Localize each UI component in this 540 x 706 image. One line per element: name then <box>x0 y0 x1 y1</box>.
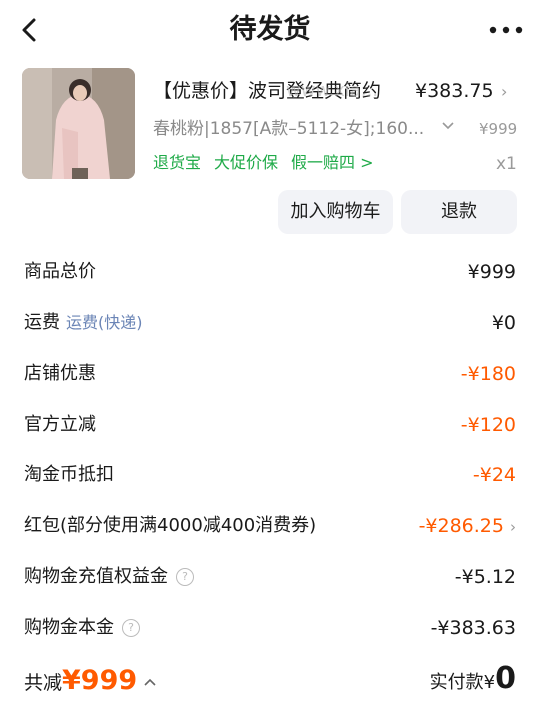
row-value-shop-discount: -¥180 <box>460 363 516 385</box>
row-label-taojinbi: 淘金币抵扣 <box>24 464 114 485</box>
row-value-red-packet: -¥286.25 <box>418 515 504 537</box>
row-shipping: 运费 运费(快递) <box>24 309 143 337</box>
row-label-principal: 购物金本金 <box>24 617 114 638</box>
refund-button[interactable]: 退款 <box>401 190 517 234</box>
total-discount-amount: ¥999 <box>62 665 138 696</box>
total-discount-label: 共减 <box>24 672 63 694</box>
row-value-recharge-bonus: -¥5.12 <box>454 566 516 588</box>
chevron-right-icon[interactable]: › <box>501 82 507 101</box>
chevron-right-icon[interactable]: › <box>510 518 516 536</box>
question-icon[interactable]: ? <box>176 568 194 586</box>
total-discount[interactable]: 共减¥999 <box>24 666 157 698</box>
product-thumbnail[interactable] <box>22 68 135 179</box>
row-recharge-bonus: 购物金充值权益金? <box>24 563 194 591</box>
paid-label: 实付款¥ <box>429 672 496 693</box>
row-label-official-discount: 官方立减 <box>24 414 96 435</box>
paid-amount-value: 0 <box>495 661 516 696</box>
original-price: ¥999 <box>479 120 518 138</box>
row-value-shipping: ¥0 <box>491 312 516 334</box>
row-principal: 购物金本金? <box>24 614 140 642</box>
more-dots-icon[interactable] <box>486 20 526 40</box>
row-label-shipping: 运费 <box>24 312 60 333</box>
shipping-detail-link[interactable]: 运费(快递) <box>66 313 143 332</box>
row-label-shop-discount: 店铺优惠 <box>24 363 96 384</box>
row-value-official-discount: -¥120 <box>460 414 516 436</box>
tag-return-insurance[interactable]: 退货宝 <box>153 153 201 172</box>
row-value-subtotal: ¥999 <box>467 261 516 283</box>
page-title: 待发货 <box>229 14 311 45</box>
row-label-red-packet: 红包(部分使用满4000减400消费券) <box>24 515 317 536</box>
tag-counterfeit-guarantee[interactable]: 假一赔四 > <box>291 153 374 172</box>
add-to-cart-button[interactable]: 加入购物车 <box>278 190 393 234</box>
row-value-principal: -¥383.63 <box>430 617 516 639</box>
chevron-up-icon[interactable] <box>143 670 157 692</box>
row-label-subtotal: 商品总价 <box>24 261 96 282</box>
row-label-recharge-bonus: 购物金充值权益金 <box>24 566 168 587</box>
watermark: www.xia... <box>286 80 379 101</box>
paid-amount: 实付款¥0 <box>430 662 516 700</box>
service-tags[interactable]: 退货宝 大促价保 假一赔四 > <box>153 150 387 176</box>
tag-price-protect[interactable]: 大促价保 <box>214 153 278 172</box>
question-icon[interactable]: ? <box>122 619 140 637</box>
row-red-packet-right[interactable]: -¥286.25 › <box>419 512 516 541</box>
row-value-taojinbi: -¥24 <box>472 464 516 486</box>
chevron-down-icon[interactable] <box>441 119 455 137</box>
quantity: x1 <box>496 154 517 174</box>
product-variant[interactable]: 春桃粉|1857[A款–5112-女];160... <box>153 116 439 142</box>
product-price: ¥383.75 <box>415 80 494 102</box>
